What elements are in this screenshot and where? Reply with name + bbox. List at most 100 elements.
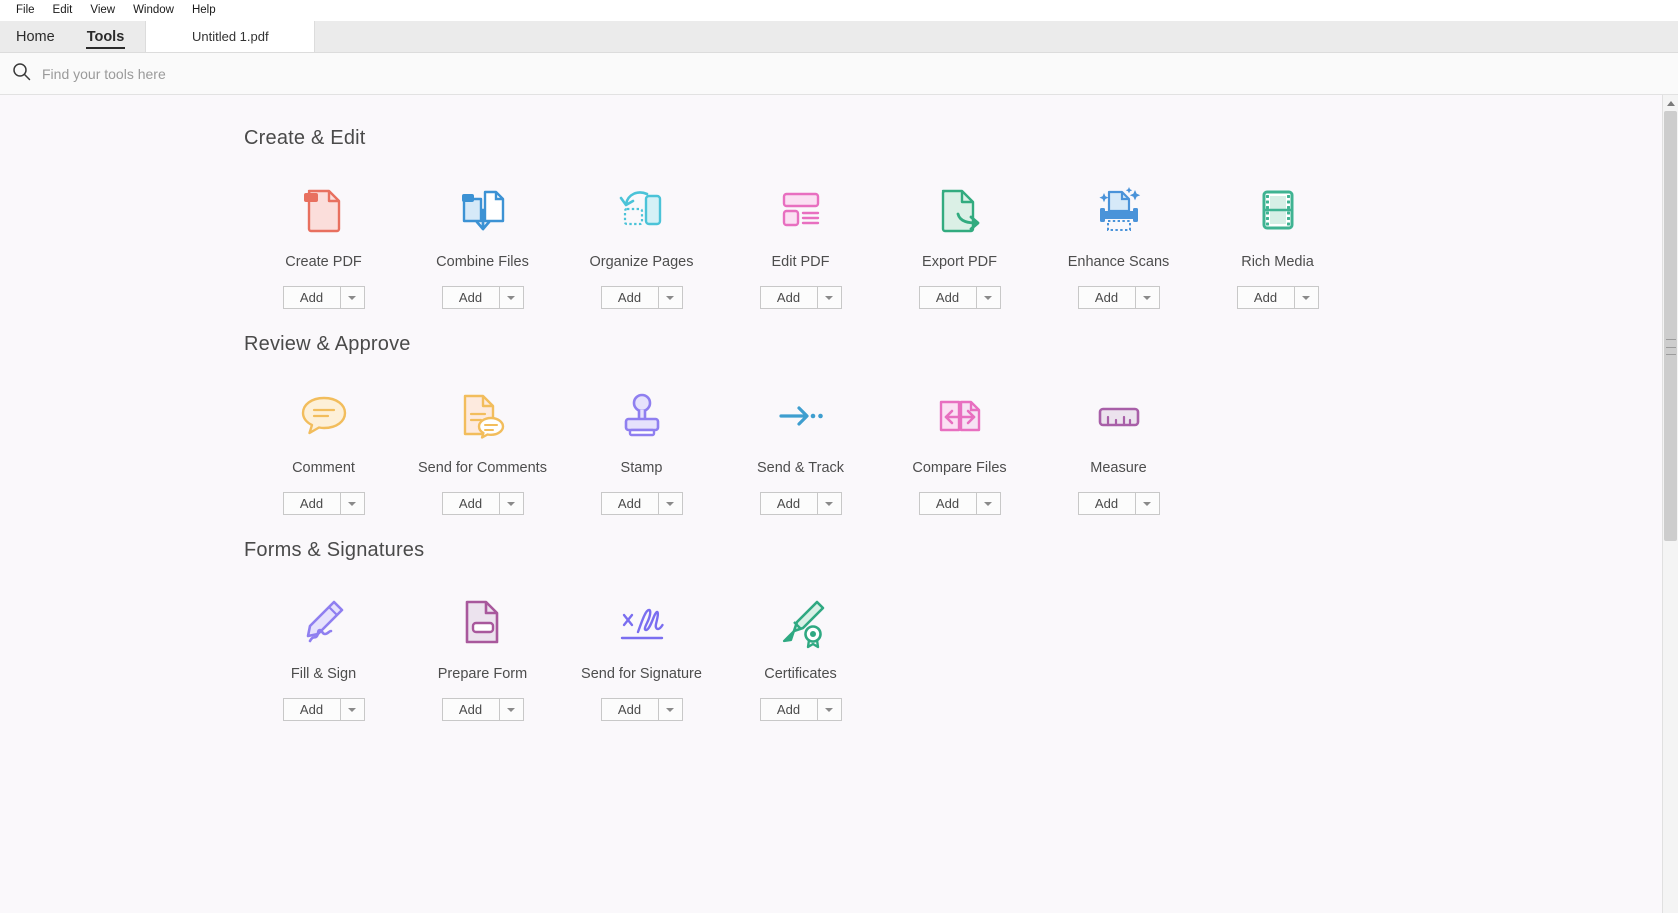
add-button[interactable]: Add (919, 286, 976, 309)
edit-pdf-icon[interactable] (773, 180, 829, 240)
chevron-down-icon[interactable] (817, 286, 842, 309)
menu-item-file[interactable]: File (7, 0, 44, 21)
add-button-group[interactable]: Add (1078, 492, 1160, 515)
tool-card-rich-media[interactable]: Rich MediaAdd (1198, 180, 1357, 309)
compare-files-icon[interactable] (932, 386, 988, 446)
document-tab-untitled-1[interactable]: Untitled 1.pdf (145, 21, 315, 52)
chevron-down-icon[interactable] (658, 698, 683, 721)
fill-and-sign-icon[interactable] (296, 592, 352, 652)
add-button[interactable]: Add (283, 286, 340, 309)
menu-item-help[interactable]: Help (183, 0, 225, 21)
search-input[interactable] (42, 66, 542, 82)
tool-label: Send for Comments (418, 460, 547, 476)
add-button-group[interactable]: Add (442, 286, 524, 309)
tool-card-send-for-signature[interactable]: Send for SignatureAdd (562, 592, 721, 721)
chevron-down-icon[interactable] (658, 286, 683, 309)
prepare-form-icon[interactable] (455, 592, 511, 652)
chevron-down-icon[interactable] (976, 286, 1001, 309)
chevron-down-icon[interactable] (340, 286, 365, 309)
menu-item-edit[interactable]: Edit (44, 0, 82, 21)
chevron-down-icon[interactable] (1135, 286, 1160, 309)
add-button-group[interactable]: Add (601, 492, 683, 515)
chevron-down-icon[interactable] (817, 698, 842, 721)
enhance-scans-icon[interactable] (1091, 180, 1147, 240)
chevron-down-icon[interactable] (976, 492, 1001, 515)
add-button[interactable]: Add (442, 698, 499, 721)
add-button[interactable]: Add (760, 286, 817, 309)
add-button-group[interactable]: Add (1078, 286, 1160, 309)
tool-card-combine-files[interactable]: Combine FilesAdd (403, 180, 562, 309)
tab-home[interactable]: Home (0, 21, 71, 52)
add-button-group[interactable]: Add (919, 286, 1001, 309)
add-button[interactable]: Add (442, 286, 499, 309)
tool-card-prepare-form[interactable]: Prepare FormAdd (403, 592, 562, 721)
scrollbar-thumb[interactable] (1664, 111, 1677, 541)
tool-card-create-pdf[interactable]: Create PDFAdd (244, 180, 403, 309)
add-button[interactable]: Add (760, 698, 817, 721)
add-button-group[interactable]: Add (442, 698, 524, 721)
send-for-signature-icon[interactable] (614, 592, 670, 652)
add-button-group[interactable]: Add (760, 698, 842, 721)
tool-card-send-for-comments[interactable]: Send for Comments Add (403, 386, 562, 515)
measure-icon[interactable] (1091, 386, 1147, 446)
scroll-up-arrow-icon[interactable] (1663, 95, 1678, 111)
chevron-down-icon[interactable] (1294, 286, 1319, 309)
tool-card-measure[interactable]: MeasureAdd (1039, 386, 1198, 515)
tool-card-stamp[interactable]: StampAdd (562, 386, 721, 515)
add-button[interactable]: Add (601, 492, 658, 515)
tool-card-comment[interactable]: CommentAdd (244, 386, 403, 515)
chevron-down-icon[interactable] (499, 492, 524, 515)
create-pdf-icon[interactable] (296, 180, 352, 240)
menu-item-window[interactable]: Window (124, 0, 183, 21)
add-button[interactable]: Add (1078, 286, 1135, 309)
add-button[interactable]: Add (283, 492, 340, 515)
add-button-group[interactable]: Add (601, 698, 683, 721)
add-button-group[interactable]: Add (442, 492, 524, 515)
tab-home-label: Home (16, 29, 55, 45)
add-button-group[interactable]: Add (760, 492, 842, 515)
add-button[interactable]: Add (1078, 492, 1135, 515)
tool-card-fill-sign[interactable]: Fill & SignAdd (244, 592, 403, 721)
add-button-group[interactable]: Add (601, 286, 683, 309)
chevron-down-icon[interactable] (340, 698, 365, 721)
tab-tools[interactable]: Tools (71, 21, 141, 52)
certificates-icon[interactable] (773, 592, 829, 652)
chevron-down-icon[interactable] (499, 698, 524, 721)
add-button[interactable]: Add (601, 698, 658, 721)
tool-card-compare-files[interactable]: Compare FilesAdd (880, 386, 1039, 515)
tool-card-export-pdf[interactable]: Export PDFAdd (880, 180, 1039, 309)
add-button[interactable]: Add (283, 698, 340, 721)
tool-card-organize-pages[interactable]: Organize PagesAdd (562, 180, 721, 309)
rich-media-icon[interactable] (1250, 180, 1306, 240)
chevron-down-icon[interactable] (499, 286, 524, 309)
add-button-group[interactable]: Add (283, 286, 365, 309)
add-button-group[interactable]: Add (760, 286, 842, 309)
add-button-group[interactable]: Add (919, 492, 1001, 515)
add-button[interactable]: Add (601, 286, 658, 309)
chevron-down-icon[interactable] (658, 492, 683, 515)
tool-card-certificates[interactable]: CertificatesAdd (721, 592, 880, 721)
send-for-comments-icon[interactable] (455, 386, 511, 446)
add-button[interactable]: Add (919, 492, 976, 515)
comment-icon[interactable] (296, 386, 352, 446)
tool-card-edit-pdf[interactable]: Edit PDFAdd (721, 180, 880, 309)
add-button-group[interactable]: Add (1237, 286, 1319, 309)
add-button[interactable]: Add (760, 492, 817, 515)
add-button[interactable]: Add (1237, 286, 1294, 309)
send-and-track-icon[interactable] (773, 386, 829, 446)
combine-files-icon[interactable] (455, 180, 511, 240)
vertical-scrollbar[interactable] (1662, 95, 1678, 913)
export-pdf-icon[interactable] (932, 180, 988, 240)
chevron-down-icon[interactable] (1135, 492, 1160, 515)
chevron-down-icon[interactable] (340, 492, 365, 515)
menu-item-view[interactable]: View (81, 0, 124, 21)
stamp-icon[interactable] (614, 386, 670, 446)
add-button-group[interactable]: Add (283, 492, 365, 515)
add-button-group[interactable]: Add (283, 698, 365, 721)
chevron-down-icon[interactable] (817, 492, 842, 515)
tool-card-send-track[interactable]: Send & TrackAdd (721, 386, 880, 515)
scrollbar-track[interactable] (1663, 111, 1678, 913)
add-button[interactable]: Add (442, 492, 499, 515)
organize-pages-icon[interactable] (614, 180, 670, 240)
tool-card-enhance-scans[interactable]: Enhance ScansAdd (1039, 180, 1198, 309)
